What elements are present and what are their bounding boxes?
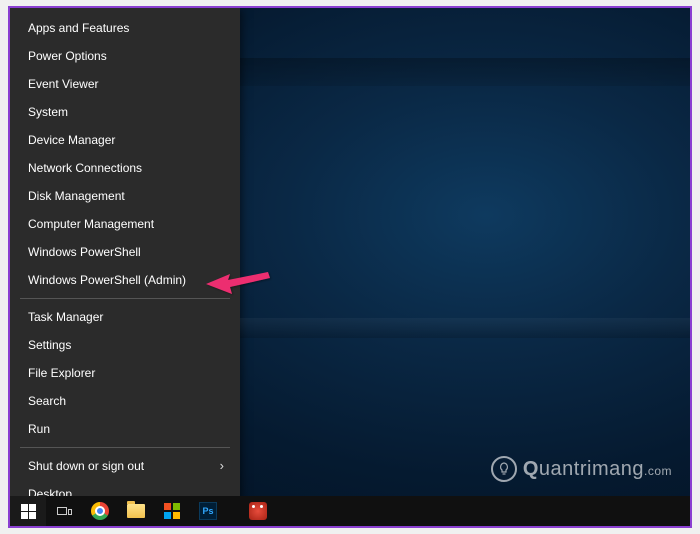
menu-item-apps-and-features[interactable]: Apps and Features (10, 14, 240, 42)
menu-item-settings[interactable]: Settings (10, 331, 240, 359)
menu-item-network-connections[interactable]: Network Connections (10, 154, 240, 182)
menu-item-power-options[interactable]: Power Options (10, 42, 240, 70)
menu-item-disk-management[interactable]: Disk Management (10, 182, 240, 210)
menu-item-file-explorer[interactable]: File Explorer (10, 359, 240, 387)
menu-item-device-manager[interactable]: Device Manager (10, 126, 240, 154)
menu-item-shut-down-or-sign-out[interactable]: Shut down or sign out › (10, 452, 240, 480)
menu-item-run[interactable]: Run (10, 415, 240, 443)
task-view-button[interactable] (46, 496, 82, 526)
taskbar-app-security[interactable] (240, 496, 276, 526)
menu-item-system[interactable]: System (10, 98, 240, 126)
menu-separator (20, 447, 230, 448)
menu-item-windows-powershell[interactable]: Windows PowerShell (10, 238, 240, 266)
menu-item-windows-powershell-admin[interactable]: Windows PowerShell (Admin) (10, 266, 240, 294)
menu-item-task-manager[interactable]: Task Manager (10, 303, 240, 331)
menu-item-event-viewer[interactable]: Event Viewer (10, 70, 240, 98)
watermark-brand-initial: Q (523, 458, 539, 480)
security-tool-icon (249, 502, 267, 520)
menu-item-computer-management[interactable]: Computer Management (10, 210, 240, 238)
watermark-brand-rest: uantrimang (539, 458, 644, 480)
photoshop-icon: Ps (199, 502, 217, 520)
taskbar-app-photoshop[interactable]: Ps (190, 496, 226, 526)
winx-context-menu: Apps and Features Power Options Event Vi… (10, 8, 240, 514)
task-view-icon (57, 507, 72, 515)
watermark: Quantrimang.com (491, 456, 672, 482)
windows-logo-icon (21, 504, 36, 519)
microsoft-store-icon (164, 503, 180, 519)
watermark-suffix: .com (644, 464, 672, 478)
taskbar-app-store[interactable] (154, 496, 190, 526)
folder-icon (127, 504, 145, 518)
desktop-background[interactable]: Apps and Features Power Options Event Vi… (8, 6, 692, 528)
taskbar-app-chrome[interactable] (82, 496, 118, 526)
menu-separator (20, 298, 230, 299)
chevron-right-icon: › (220, 459, 224, 473)
bulb-icon (491, 456, 517, 482)
taskbar: Ps (10, 496, 690, 526)
chrome-icon (91, 502, 109, 520)
taskbar-app-file-explorer[interactable] (118, 496, 154, 526)
start-button[interactable] (10, 496, 46, 526)
menu-item-search[interactable]: Search (10, 387, 240, 415)
